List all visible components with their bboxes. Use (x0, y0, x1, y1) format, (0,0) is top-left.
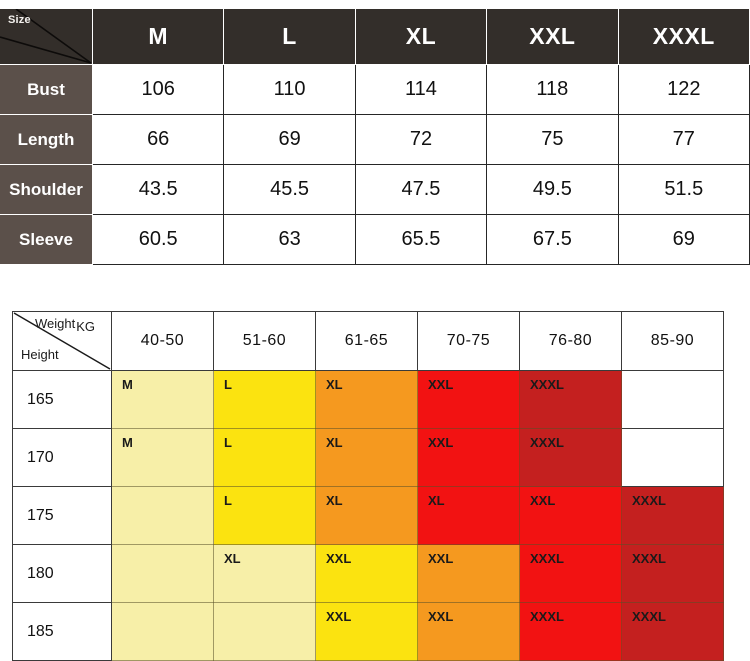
fit-table-corner-cell: WeightKG Height (12, 311, 112, 371)
table-row: 175 L XL XL XXL XXXL (12, 486, 724, 545)
size-column-header-l: L (223, 8, 356, 65)
table-row: 165 M L XL XXL XXXL (12, 370, 724, 429)
size-table-body: Bust 106 110 114 118 122 Length 66 69 72… (0, 64, 750, 265)
fit-cell-185-70-75: XXL (417, 602, 520, 661)
fit-cell-165-85-90 (621, 370, 724, 429)
fit-cell-180-40-50 (111, 544, 214, 603)
size-table-header-row: Size M L XL XXL XXXL (0, 8, 750, 65)
size-cell-length-l: 69 (223, 114, 356, 165)
size-column-header-xxl: XXL (486, 8, 619, 65)
size-column-header-xxxl: XXXL (617, 8, 750, 65)
fit-cell-180-85-90: XXXL (621, 544, 724, 603)
size-cell-sleeve-xxxl: 69 (617, 214, 750, 265)
fit-table-header: WeightKG Height 40-50 51-60 61-65 70-75 … (12, 311, 724, 371)
fit-cell-185-76-80: XXXL (519, 602, 622, 661)
size-cell-bust-l: 110 (223, 64, 356, 115)
size-column-header-m: M (91, 8, 225, 65)
fit-height-label-180: 180 (12, 544, 112, 603)
table-row: 180 XL XXL XXL XXXL XXXL (12, 544, 724, 603)
fit-weight-header-1: 51-60 (213, 311, 316, 371)
fit-cell-180-70-75: XXL (417, 544, 520, 603)
size-cell-bust-xxxl: 122 (617, 64, 750, 115)
fit-weight-header-4: 76-80 (519, 311, 622, 371)
fit-weight-header-2: 61-65 (315, 311, 418, 371)
size-cell-length-xxxl: 77 (617, 114, 750, 165)
fit-corner-weight-label: WeightKG (35, 316, 95, 334)
size-cell-sleeve-xxl: 67.5 (486, 214, 619, 265)
table-row: Sleeve 60.5 63 65.5 67.5 69 (0, 214, 750, 265)
fit-cell-175-61-65: XL (315, 486, 418, 545)
size-cell-shoulder-xxxl: 51.5 (617, 164, 750, 215)
size-corner-label: Size (8, 14, 31, 26)
size-table-corner-cell: Size (0, 8, 93, 65)
fit-height-label-170: 170 (12, 428, 112, 487)
size-cell-bust-xl: 114 (354, 64, 488, 115)
fit-height-label-175: 175 (12, 486, 112, 545)
fit-cell-170-85-90 (621, 428, 724, 487)
size-cell-bust-m: 106 (91, 64, 225, 115)
size-cell-length-m: 66 (91, 114, 225, 165)
size-cell-sleeve-l: 63 (223, 214, 356, 265)
fit-cell-185-40-50 (111, 602, 214, 661)
fit-cell-175-70-75: XL (417, 486, 520, 545)
height-weight-fit-table: WeightKG Height 40-50 51-60 61-65 70-75 … (12, 311, 724, 661)
size-cell-length-xl: 72 (354, 114, 488, 165)
fit-cell-170-61-65: XL (315, 428, 418, 487)
fit-cell-170-70-75: XXL (417, 428, 520, 487)
fit-cell-170-51-60: L (213, 428, 316, 487)
fit-cell-185-51-60 (213, 602, 316, 661)
fit-cell-165-51-60: L (213, 370, 316, 429)
fit-cell-165-76-80: XXXL (519, 370, 622, 429)
table-row: 185 XXL XXL XXXL XXXL (12, 602, 724, 661)
size-cell-shoulder-xl: 47.5 (354, 164, 488, 215)
size-cell-shoulder-l: 45.5 (223, 164, 356, 215)
table-row: 170 M L XL XXL XXXL (12, 428, 724, 487)
size-row-label-shoulder: Shoulder (0, 164, 93, 215)
size-row-label-bust: Bust (0, 64, 93, 115)
fit-cell-165-40-50: M (111, 370, 214, 429)
size-column-header-xl: XL (354, 8, 488, 65)
fit-table-body: 165 M L XL XXL XXXL 170 M L XL XXL XXXL 175 L XL XL XXL X… (12, 370, 724, 661)
fit-corner-height-label: Height (21, 347, 59, 362)
fit-cell-170-76-80: XXXL (519, 428, 622, 487)
size-table-header: Size M L XL XXL XXXL (0, 8, 750, 65)
size-row-label-sleeve: Sleeve (0, 214, 93, 265)
size-cell-bust-xxl: 118 (486, 64, 619, 115)
size-specification-table: Size M L XL XXL XXXL Bust 106 110 114 11… (0, 8, 750, 265)
fit-corner-weight-text: Weight (34, 316, 76, 331)
fit-cell-165-61-65: XL (315, 370, 418, 429)
fit-cell-180-61-65: XXL (315, 544, 418, 603)
fit-table-header-row: WeightKG Height 40-50 51-60 61-65 70-75 … (12, 311, 724, 371)
fit-cell-175-40-50 (111, 486, 214, 545)
table-row: Bust 106 110 114 118 122 (0, 64, 750, 115)
fit-cell-175-85-90: XXXL (621, 486, 724, 545)
fit-cell-180-51-60: XL (213, 544, 316, 603)
size-row-label-length: Length (0, 114, 93, 165)
size-cell-length-xxl: 75 (486, 114, 619, 165)
fit-weight-header-3: 70-75 (417, 311, 520, 371)
fit-weight-header-0: 40-50 (111, 311, 214, 371)
size-cell-sleeve-xl: 65.5 (354, 214, 488, 265)
size-cell-sleeve-m: 60.5 (91, 214, 225, 265)
fit-height-label-185: 185 (12, 602, 112, 661)
fit-corner-weight-unit: KG (76, 319, 95, 334)
fit-cell-170-40-50: M (111, 428, 214, 487)
table-row: Length 66 69 72 75 77 (0, 114, 750, 165)
size-cell-shoulder-xxl: 49.5 (486, 164, 619, 215)
table-row: Shoulder 43.5 45.5 47.5 49.5 51.5 (0, 164, 750, 215)
fit-cell-185-85-90: XXXL (621, 602, 724, 661)
fit-cell-180-76-80: XXXL (519, 544, 622, 603)
fit-weight-header-5: 85-90 (621, 311, 724, 371)
fit-cell-175-76-80: XXL (519, 486, 622, 545)
size-cell-shoulder-m: 43.5 (91, 164, 225, 215)
fit-cell-165-70-75: XXL (417, 370, 520, 429)
fit-cell-175-51-60: L (213, 486, 316, 545)
fit-cell-185-61-65: XXL (315, 602, 418, 661)
fit-height-label-165: 165 (12, 370, 112, 429)
